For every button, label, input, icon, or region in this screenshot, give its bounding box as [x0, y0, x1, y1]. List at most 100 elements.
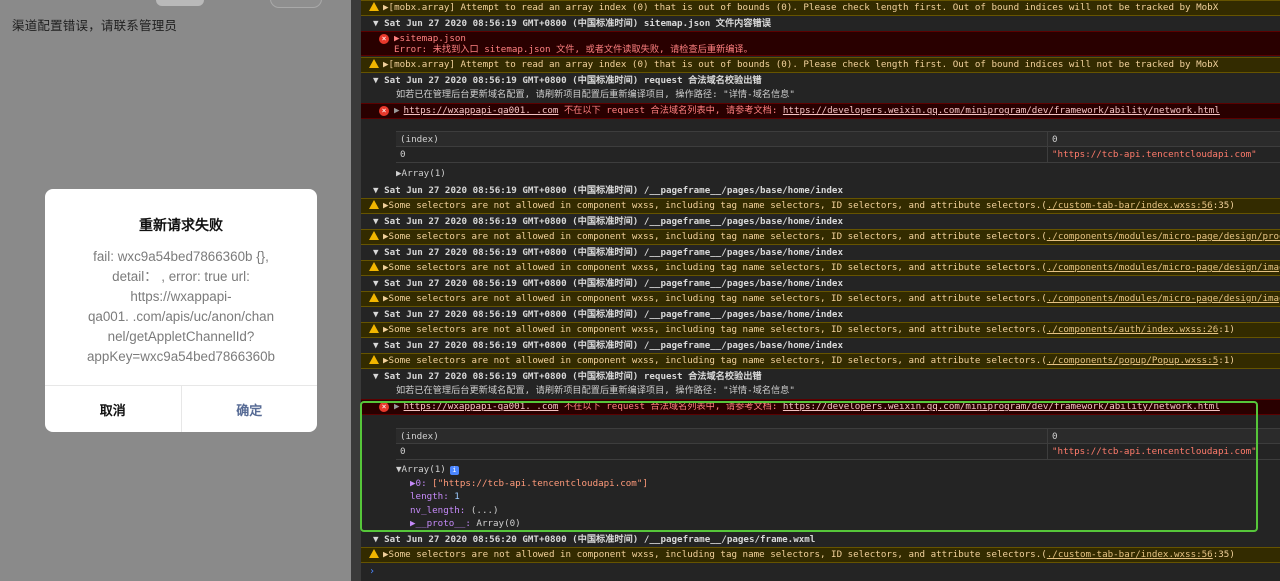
- console-prompt[interactable]: ›: [369, 566, 375, 577]
- log-message: 如若已在管理后台更新域名配置, 请刷新项目配置后重新编译项目, 操作路径: "详…: [361, 88, 1280, 102]
- request-url-link[interactable]: https://wxappapi-qa001. .com: [404, 105, 559, 116]
- warning-text: ▶Some selectors are not allowed in compo…: [383, 549, 1047, 560]
- message-text: 如若已在管理后台更新域名配置, 请刷新项目配置后重新编译项目, 操作路径: "详…: [396, 89, 795, 100]
- group-header-text: ▼ Sat Jun 27 2020 08:56:19 GMT+0800 (中国标…: [373, 247, 843, 258]
- table-header-0[interactable]: 0: [1052, 132, 1058, 148]
- tree-item-proto[interactable]: ▶__proto__: Array(0): [396, 517, 648, 531]
- simulator-panel: 渠道配置错误，请联系管理员 重新请求失败 fail: wxc9a54bed786…: [0, 0, 351, 581]
- warning-icon: [369, 2, 379, 11]
- error-row[interactable]: × ▶sitemap.json Error: 未找到入口 sitemap.json …: [361, 31, 1280, 56]
- table-header-0[interactable]: 0: [1052, 429, 1058, 445]
- group-header-text: ▼ Sat Jun 27 2020 08:56:19 GMT+0800 (中国标…: [373, 216, 843, 227]
- log-group-header[interactable]: ▼ Sat Jun 27 2020 08:56:19 GMT+0800 (中国标…: [361, 245, 1280, 260]
- message-text: 如若已在管理后台更新域名配置, 请刷新项目配置后重新编译项目, 操作路径: "详…: [396, 385, 795, 396]
- group-header-text: ▼ Sat Jun 27 2020 08:56:19 GMT+0800 (中国标…: [373, 75, 762, 86]
- table-header-row: (index) 0: [396, 428, 1280, 444]
- error-line-2: Error: 未找到入口 sitemap.json 文件, 或者文件读取失败, …: [394, 44, 753, 55]
- log-group-header[interactable]: ▼ Sat Jun 27 2020 08:56:19 GMT+0800 (中国标…: [361, 307, 1280, 322]
- warning-row[interactable]: ▶Some selectors are not allowed in compo…: [361, 322, 1280, 338]
- source-link[interactable]: ./components/auth/index.wxss:26: [1047, 324, 1218, 335]
- group-header-text: ▼ Sat Jun 27 2020 08:56:20 GMT+0800 (中国标…: [373, 534, 816, 545]
- table-header-index[interactable]: (index): [400, 132, 439, 148]
- doc-link[interactable]: https://developers.weixin.qq.com/minipro…: [783, 105, 1220, 116]
- source-link[interactable]: ./custom-tab-bar/index.wxss:56: [1047, 200, 1213, 211]
- log-group-header[interactable]: ▼ Sat Jun 27 2020 08:56:19 GMT+0800 (中国标…: [361, 276, 1280, 291]
- array-expanded-label[interactable]: ▼Array(1) i: [396, 463, 648, 477]
- warning-row[interactable]: ▶Some selectors are not allowed in compo…: [361, 198, 1280, 214]
- error-message: 不在以下 request 合法域名列表中, 请参考文档:: [558, 401, 783, 412]
- warning-row[interactable]: ▶Some selectors are not allowed in compo…: [361, 229, 1280, 245]
- warning-text: ▶Some selectors are not allowed in compo…: [383, 355, 1047, 366]
- warning-icon: [369, 262, 379, 271]
- request-url-link[interactable]: https://wxappapi-qa001. .com: [404, 401, 559, 412]
- source-link[interactable]: ./components/modules/micro-page/design/i…: [1047, 262, 1280, 273]
- tree-item-length: length: 1: [410, 491, 460, 502]
- expand-icon[interactable]: ▶: [394, 401, 400, 412]
- error-line-1: × ▶sitemap.json: [361, 33, 1280, 44]
- source-link-tail: :1): [1218, 324, 1235, 335]
- console-table-2: (index) 0 0 "https://tcb-api.tencentclou…: [396, 428, 1280, 460]
- group-header-text: ▼ Sat Jun 27 2020 08:56:19 GMT+0800 (中国标…: [373, 371, 762, 382]
- expand-icon[interactable]: ▶: [394, 105, 400, 116]
- tree-item-nv-length[interactable]: nv_length: (...): [396, 504, 648, 518]
- array-collapsed[interactable]: ▶Array(1): [396, 167, 446, 181]
- tree-item-0[interactable]: ▶0: ["https://tcb-api.tencentcloudapi.co…: [396, 477, 648, 491]
- dialog-footer: 取消 确定: [45, 385, 317, 432]
- warning-row[interactable]: ▶Some selectors are not allowed in compo…: [361, 291, 1280, 307]
- confirm-button[interactable]: 确定: [182, 386, 318, 432]
- error-icon: ×: [379, 106, 389, 116]
- table-cell-index: 0: [400, 446, 406, 457]
- warning-icon: [369, 231, 379, 240]
- table-header-index[interactable]: (index): [400, 429, 439, 445]
- error-dialog: 重新请求失败 fail: wxc9a54bed7866360b {}, deta…: [45, 189, 317, 432]
- console-panel: ▶[mobx.array] Attempt to read an array i…: [361, 0, 1280, 581]
- table-row: 0 "https://tcb-api.tencentcloudapi.com": [396, 147, 1280, 163]
- capsule-button[interactable]: [270, 0, 322, 8]
- table-cell-value: "https://tcb-api.tencentcloudapi.com": [1052, 446, 1257, 457]
- log-group-header[interactable]: ▼ Sat Jun 27 2020 08:56:19 GMT+0800 (中国标…: [361, 73, 1280, 88]
- info-icon: i: [449, 466, 459, 475]
- warning-text: ▶[mobx.array] Attempt to read an array i…: [383, 59, 1219, 70]
- warning-row[interactable]: ▶[mobx.array] Attempt to read an array i…: [361, 0, 1280, 16]
- group-header-text: ▼ Sat Jun 27 2020 08:56:19 GMT+0800 (中国标…: [373, 309, 843, 320]
- panel-divider[interactable]: [351, 0, 361, 581]
- warning-icon: [369, 355, 379, 364]
- doc-link[interactable]: https://developers.weixin.qq.com/minipro…: [783, 401, 1220, 412]
- table-row: 0 "https://tcb-api.tencentcloudapi.com": [396, 444, 1280, 460]
- error-row[interactable]: × ▶ https://wxappapi-qa001. .com 不在以下 requ…: [361, 399, 1280, 415]
- error-source[interactable]: ▶sitemap.json: [394, 33, 466, 44]
- warning-text: ▶Some selectors are not allowed in compo…: [383, 262, 1047, 273]
- warning-icon: [369, 200, 379, 209]
- log-group-header[interactable]: ▼ Sat Jun 27 2020 08:56:20 GMT+0800 (中国标…: [361, 532, 1280, 547]
- warning-row[interactable]: ▶Some selectors are not allowed in compo…: [361, 260, 1280, 276]
- log-group-header[interactable]: ▼ Sat Jun 27 2020 08:56:19 GMT+0800 (中国标…: [361, 338, 1280, 353]
- source-link[interactable]: ./components/modules/micro-page/design/p…: [1047, 231, 1280, 242]
- warning-row[interactable]: ▶Some selectors are not allowed in compo…: [361, 547, 1280, 563]
- source-link-tail: :35): [1212, 200, 1235, 211]
- warning-row[interactable]: ▶Some selectors are not allowed in compo…: [361, 353, 1280, 369]
- log-group-header[interactable]: ▼ Sat Jun 27 2020 08:56:19 GMT+0800 (中国标…: [361, 16, 1280, 31]
- log-message: 如若已在管理后台更新域名配置, 请刷新项目配置后重新编译项目, 操作路径: "详…: [361, 384, 1280, 398]
- warning-text: ▶[mobx.array] Attempt to read an array i…: [383, 2, 1219, 13]
- source-link-tail: :35): [1212, 549, 1235, 560]
- source-link[interactable]: ./custom-tab-bar/index.wxss:56: [1047, 549, 1213, 560]
- log-group-header[interactable]: ▼ Sat Jun 27 2020 08:56:19 GMT+0800 (中国标…: [361, 183, 1280, 198]
- warning-text: ▶Some selectors are not allowed in compo…: [383, 293, 1047, 304]
- table-cell-value: "https://tcb-api.tencentcloudapi.com": [1052, 149, 1257, 160]
- source-link[interactable]: ./components/modules/micro-page/design/i…: [1047, 293, 1280, 304]
- warning-text: ▶Some selectors are not allowed in compo…: [383, 200, 1047, 211]
- error-icon: ×: [379, 402, 389, 412]
- warning-icon: [369, 293, 379, 302]
- source-link[interactable]: ./components/popup/Popup.wxss:5: [1047, 355, 1218, 366]
- page-message: 渠道配置错误，请联系管理员: [12, 18, 178, 33]
- log-group-header[interactable]: ▼ Sat Jun 27 2020 08:56:19 GMT+0800 (中国标…: [361, 214, 1280, 229]
- warning-icon: [369, 59, 379, 68]
- cancel-button[interactable]: 取消: [45, 386, 182, 432]
- simulator-tab-indicator: [156, 0, 204, 6]
- warning-icon: [369, 549, 379, 558]
- error-row[interactable]: × ▶ https://wxappapi-qa001. .com 不在以下 requ…: [361, 103, 1280, 119]
- dialog-body: fail: wxc9a54bed7866360b {}, detail： , e…: [86, 249, 275, 364]
- warning-row[interactable]: ▶[mobx.array] Attempt to read an array i…: [361, 57, 1280, 73]
- log-group-header[interactable]: ▼ Sat Jun 27 2020 08:56:19 GMT+0800 (中国标…: [361, 369, 1280, 384]
- group-header-text: ▼ Sat Jun 27 2020 08:56:19 GMT+0800 (中国标…: [373, 18, 771, 29]
